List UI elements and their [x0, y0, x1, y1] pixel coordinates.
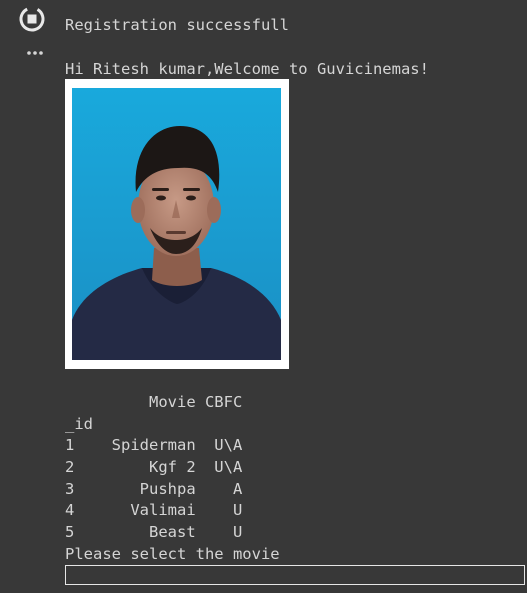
welcome-message: Hi Ritesh kumar,Welcome to Guvicinemas! — [65, 60, 429, 78]
table-header: Movie CBFC — [65, 393, 243, 411]
status-message: Registration successfull — [65, 16, 289, 34]
run-cell-button[interactable] — [18, 5, 46, 33]
stop-circle-icon — [19, 6, 45, 32]
output-menu-button[interactable] — [26, 44, 44, 56]
table-row: 2 Kgf 2 U\A — [65, 458, 243, 476]
table-row: 5 Beast U — [65, 523, 243, 541]
profile-photo-frame — [65, 79, 289, 369]
ellipsis-icon — [27, 51, 43, 55]
table-index-label: _id — [65, 415, 93, 433]
cell-gutter — [0, 0, 60, 593]
table-row: 3 Pushpa A — [65, 480, 243, 498]
table-row: 1 Spiderman U\A — [65, 436, 243, 454]
user-portrait-photo — [72, 88, 281, 360]
cell-output: Registration successfull Hi Ritesh kumar… — [65, 0, 527, 593]
prompt-text: Please select the movie — [65, 545, 280, 563]
table-row: 4 Valimai U — [65, 501, 243, 519]
movie-selection-input[interactable] — [65, 565, 525, 585]
